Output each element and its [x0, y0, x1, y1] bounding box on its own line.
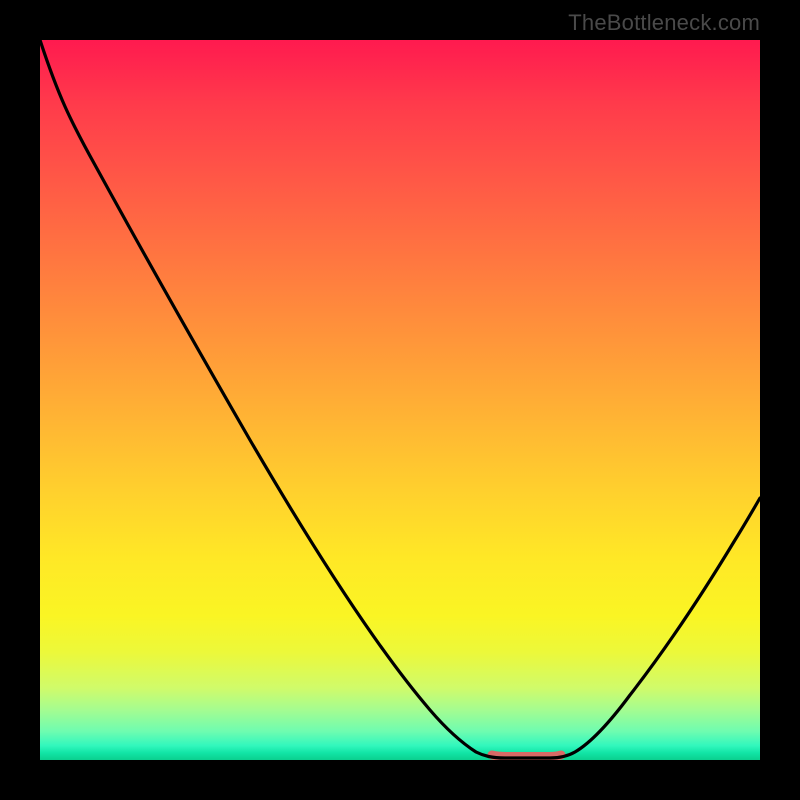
optimal-band-line — [492, 755, 561, 757]
bottleneck-curve — [40, 40, 760, 758]
watermark-text: TheBottleneck.com — [568, 10, 760, 36]
plot-area — [40, 40, 760, 760]
chart-svg — [40, 40, 760, 760]
chart-frame: TheBottleneck.com — [0, 0, 800, 800]
